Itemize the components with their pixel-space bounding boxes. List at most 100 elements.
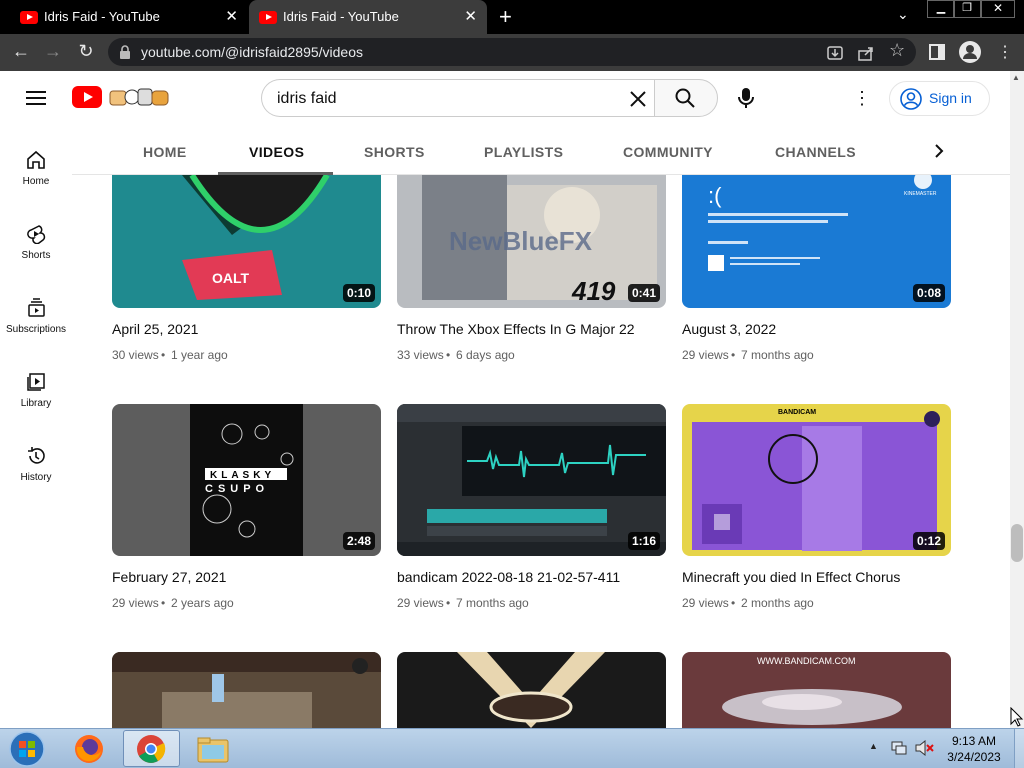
meta-separator: •	[731, 596, 736, 610]
video-age: 7 months ago	[456, 596, 529, 610]
minimize-window-button[interactable]: ▁	[927, 0, 955, 18]
search-icon[interactable]	[675, 88, 695, 108]
more-options-icon[interactable]: ⋮	[853, 88, 871, 109]
home-icon	[27, 150, 45, 169]
side-panel-icon[interactable]	[929, 44, 945, 60]
share-icon[interactable]	[857, 44, 875, 62]
scroll-up-icon[interactable]: ▲	[1012, 73, 1020, 82]
video-thumbnail[interactable]: BANDICAM 0:12	[682, 404, 951, 556]
video-title[interactable]: August 3, 2022	[682, 321, 776, 337]
chrome-taskbar-button[interactable]	[123, 730, 180, 767]
shorts-icon	[27, 225, 46, 244]
chevron-down-icon[interactable]: ⌄	[897, 6, 909, 23]
video-title[interactable]: bandicam 2022-08-18 21-02-57-411	[397, 569, 620, 585]
file-explorer-icon[interactable]	[196, 734, 230, 764]
video-thumbnail[interactable]: 1:16	[397, 404, 666, 556]
tab-home[interactable]: HOME	[143, 144, 187, 160]
sidebar-item-shorts[interactable]: Shorts	[0, 224, 72, 261]
youtube-favicon-icon	[20, 11, 38, 24]
video-thumbnail[interactable]: :(KINEMASTER 0:08	[682, 175, 951, 308]
thumbnail-image	[112, 652, 381, 728]
mouse-cursor-icon	[1010, 707, 1024, 727]
thumbnail-image: :(KINEMASTER	[708, 175, 937, 271]
close-tab-icon[interactable]: ✕	[225, 7, 238, 25]
browser-tab[interactable]: Idris Faid - YouTube ✕	[10, 0, 248, 34]
sign-in-button[interactable]: Sign in	[889, 81, 990, 116]
video-thumbnail[interactable]	[112, 652, 381, 728]
install-app-icon[interactable]	[826, 44, 844, 62]
meta-separator: •	[161, 596, 166, 610]
profile-avatar-icon[interactable]	[959, 41, 981, 63]
browser-tab-active[interactable]: Idris Faid - YouTube ✕	[249, 0, 487, 34]
sidebar-item-history[interactable]: History	[0, 446, 72, 483]
firefox-icon[interactable]	[73, 733, 105, 765]
sign-in-label: Sign in	[929, 90, 972, 106]
new-tab-icon[interactable]: +	[499, 4, 512, 30]
video-title[interactable]: April 25, 2021	[112, 321, 198, 337]
volume-muted-icon[interactable]	[914, 740, 934, 756]
tab-strip: Idris Faid - YouTube ✕ Idris Faid - YouT…	[0, 0, 1024, 34]
video-age: 6 days ago	[456, 348, 515, 362]
taskbar-clock[interactable]: 9:13 AM 3/24/2023	[944, 733, 1004, 765]
bandicam-watermark: WWW.BANDICAM.COM	[757, 656, 856, 666]
thumbnail-image: KLASKY CSUPO	[190, 404, 303, 556]
video-age: 2 years ago	[171, 596, 234, 610]
chevron-right-icon[interactable]	[933, 143, 945, 159]
sidebar-item-home[interactable]: Home	[0, 150, 72, 187]
video-title[interactable]: Minecraft you died In Effect Chorus	[682, 569, 900, 585]
video-thumbnail[interactable]: NewBlueFX 419 0:41	[397, 175, 666, 308]
show-hidden-icons-icon[interactable]: ▲	[869, 741, 878, 751]
meta-separator: •	[446, 596, 451, 610]
browser-menu-icon[interactable]: ⋮	[997, 42, 1013, 62]
thumbnail-image: OALT	[182, 175, 330, 300]
thumbnail-number: 419	[571, 276, 616, 306]
video-duration: 0:08	[912, 284, 945, 302]
video-thumbnail[interactable]: KLASKY CSUPO 2:48	[112, 404, 381, 556]
bluefx-watermark: NewBlueFX	[449, 226, 593, 256]
tab-videos[interactable]: VIDEOS	[249, 144, 304, 160]
doodle-logo-icon	[109, 88, 169, 106]
page-scrollbar[interactable]	[1010, 71, 1024, 728]
back-arrow-icon[interactable]: ←	[10, 41, 32, 63]
video-views: 29 views	[112, 596, 159, 610]
clock-date: 3/24/2023	[947, 750, 1001, 764]
video-title[interactable]: February 27, 2021	[112, 569, 226, 585]
video-thumbnail[interactable]	[397, 652, 666, 728]
tab-playlists[interactable]: PLAYLISTS	[484, 144, 563, 160]
clear-search-icon[interactable]	[629, 90, 647, 108]
tab-community[interactable]: COMMUNITY	[623, 144, 713, 160]
close-tab-icon[interactable]: ✕	[464, 7, 477, 25]
youtube-logo-icon[interactable]	[72, 86, 102, 108]
chrome-icon	[137, 735, 166, 763]
network-icon[interactable]	[890, 740, 908, 756]
microphone-icon[interactable]	[738, 87, 754, 109]
meta-separator: •	[446, 348, 451, 362]
tab-channels[interactable]: CHANNELS	[775, 144, 856, 160]
sidebar-item-library[interactable]: Library	[0, 372, 72, 409]
history-icon	[28, 447, 45, 464]
bsod-face: :(	[708, 183, 722, 208]
hamburger-menu-icon[interactable]	[26, 90, 46, 106]
show-desktop-button[interactable]	[1014, 729, 1024, 768]
search-query-text[interactable]: idris faid	[277, 90, 337, 108]
klasky-logo-text: KLASKY	[210, 470, 275, 481]
tab-shorts[interactable]: SHORTS	[364, 144, 425, 160]
youtube-favicon-icon	[259, 11, 277, 24]
scrollbar-thumb[interactable]	[1011, 524, 1023, 562]
video-duration: 0:41	[627, 284, 660, 302]
sidebar-item-subscriptions[interactable]: Subscriptions	[0, 298, 72, 335]
start-button-icon[interactable]	[8, 731, 46, 767]
close-window-button[interactable]: ✕	[981, 0, 1015, 18]
bookmark-star-icon[interactable]: ☆	[889, 40, 905, 61]
restore-window-button[interactable]: ❐	[953, 0, 981, 18]
thumbnail-image	[397, 404, 666, 556]
video-views: 29 views	[397, 596, 444, 610]
url-text[interactable]: youtube.com/@idrisfaid2895/videos	[141, 44, 363, 60]
video-thumbnail[interactable]: WWW.BANDICAM.COM	[682, 652, 951, 728]
video-title[interactable]: Throw The Xbox Effects In G Major 22	[397, 321, 635, 337]
video-thumbnail[interactable]: OALT 0:10	[112, 175, 381, 308]
svg-text:BANDICAM: BANDICAM	[778, 409, 816, 416]
forward-arrow-icon[interactable]: →	[42, 41, 64, 63]
reload-icon[interactable]: ↻	[75, 41, 97, 63]
sidebar-item-label: Shorts	[21, 250, 51, 261]
